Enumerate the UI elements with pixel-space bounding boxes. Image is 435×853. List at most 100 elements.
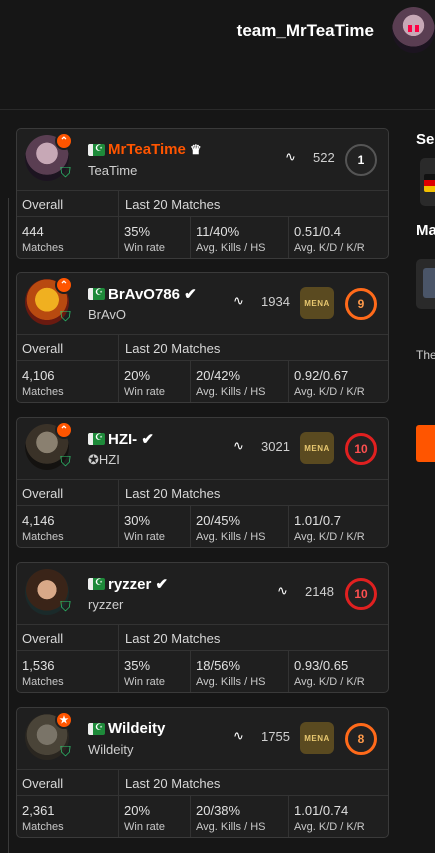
shield-icon: ⛉ [60, 308, 71, 324]
matches-value: 1,536 [22, 658, 55, 673]
level-badge: 10 [345, 578, 377, 610]
overall-label: Overall [22, 776, 64, 791]
map-thumbnail-icon [423, 268, 435, 298]
matches-value: 2,361 [22, 803, 55, 818]
mena-rank-badge: MENA [300, 287, 334, 319]
winrate-label: Win rate [124, 676, 165, 688]
elo-value: 3021 [261, 439, 290, 454]
player-name[interactable]: Wildeity [108, 720, 165, 737]
team-roster: ⌃ ⛉ ☪ MrTeaTime ♛ TeaTime ∿ 522 1 Overal… [0, 110, 435, 853]
kills-label: Avg. Kills / HS [196, 386, 266, 398]
level-badge: 9 [345, 288, 377, 320]
level-badge: 1 [345, 144, 377, 176]
pakistan-flag-icon: ☪ [88, 433, 105, 445]
shield-icon: ⛉ [60, 598, 71, 614]
right-panel-clipped: Se Ma The [416, 0, 435, 853]
kills-value: 20/38% [196, 803, 241, 818]
kd-value: 1.01/0.74 [294, 803, 349, 818]
winrate-value: 35% [124, 658, 151, 673]
last20-label: Last 20 Matches [125, 486, 221, 501]
elo-trend-icon: ∿ [233, 293, 244, 308]
right-panel-heading-2: Ma [416, 222, 435, 239]
pakistan-flag-icon: ☪ [88, 578, 105, 590]
matches-label: Matches [22, 386, 64, 398]
player-card[interactable]: ★ ⛉ ☪ Wildeity Wildeity ∿ 1755 MENA 8 Ov… [16, 707, 389, 838]
kd-label: Avg. K/D / K/R [294, 676, 365, 688]
winrate-label: Win rate [124, 531, 165, 543]
player-name[interactable]: HZI- ✔ [108, 430, 154, 448]
last20-label: Last 20 Matches [125, 197, 221, 212]
rank-chevron-icon: ⌃ [55, 132, 73, 150]
winrate-value: 35% [124, 224, 151, 239]
kills-label: Avg. Kills / HS [196, 242, 266, 254]
top-bar: team_MrTeaTime [0, 0, 435, 110]
player-nickname: ryzzer [88, 597, 124, 612]
kills-value: 20/45% [196, 513, 241, 528]
elo-value: 2148 [305, 584, 334, 599]
player-nickname: Wildeity [88, 742, 134, 757]
player-card[interactable]: ⌃ ⛉ ☪ MrTeaTime ♛ TeaTime ∿ 522 1 Overal… [16, 128, 389, 259]
elo-trend-icon: ∿ [233, 728, 244, 743]
action-button[interactable] [416, 425, 435, 462]
stats-header-row: Overall Last 20 Matches [17, 624, 388, 652]
elo-trend-icon: ∿ [285, 149, 296, 164]
kd-label: Avg. K/D / K/R [294, 531, 365, 543]
mena-rank-badge: MENA [300, 722, 334, 754]
kd-value: 0.51/0.4 [294, 224, 341, 239]
germany-flag-icon [424, 174, 435, 192]
player-name[interactable]: BrAvO786 ✔ [108, 285, 197, 303]
player-card[interactable]: ⛉ ☪ ryzzer ✔ ryzzer ∿ 2148 10 Overall La… [16, 562, 389, 693]
shield-icon: ⛉ [60, 164, 71, 180]
level-badge: 8 [345, 723, 377, 755]
elo-trend-icon: ∿ [233, 438, 244, 453]
kills-value: 11/40% [196, 224, 240, 239]
player-nickname: BrAvO [88, 307, 127, 322]
kd-label: Avg. K/D / K/R [294, 242, 365, 254]
winrate-value: 20% [124, 368, 151, 383]
rank-chevron-icon: ⌃ [55, 276, 73, 294]
elo-value: 1934 [261, 294, 290, 309]
winrate-label: Win rate [124, 821, 165, 833]
matches-label: Matches [22, 676, 64, 688]
player-card[interactable]: ⌃ ⛉ ☪ BrAvO786 ✔ BrAvO ∿ 1934 MENA 9 Ove… [16, 272, 389, 403]
kills-value: 18/56% [196, 658, 241, 673]
elo-value: 1755 [261, 729, 290, 744]
overall-label: Overall [22, 197, 64, 212]
player-card[interactable]: ⌃ ⛉ ☪ HZI- ✔ ✪HZI ∿ 3021 MENA 10 Overall… [16, 417, 389, 548]
overall-label: Overall [22, 486, 64, 501]
stats-header-row: Overall Last 20 Matches [17, 479, 388, 507]
stats-row: 4,146 Matches 30% Win rate 20/45% Avg. Kill… [17, 506, 388, 547]
stats-row: 2,361 Matches 20% Win rate 20/38% Avg. Kill… [17, 796, 388, 837]
pakistan-flag-icon: ☪ [88, 288, 105, 300]
roster-connector-line [8, 198, 9, 853]
elo-value: 522 [313, 150, 335, 165]
map-option[interactable] [416, 259, 435, 309]
player-nickname: ✪HZI [88, 452, 120, 467]
crown-icon: ♛ [189, 142, 202, 157]
verified-icon: ✔ [184, 286, 197, 303]
kd-value: 0.93/0.65 [294, 658, 349, 673]
rank-chevron-icon: ⌃ [55, 421, 73, 439]
player-name[interactable]: ryzzer ✔ [108, 575, 168, 593]
server-option[interactable] [420, 158, 435, 206]
kills-value: 20/42% [196, 368, 241, 383]
last20-label: Last 20 Matches [125, 776, 221, 791]
team-name[interactable]: team_MrTeaTime [237, 21, 374, 41]
pakistan-flag-icon: ☪ [88, 144, 105, 156]
stats-row: 1,536 Matches 35% Win rate 18/56% Avg. Kill… [17, 651, 388, 692]
winrate-value: 30% [124, 513, 151, 528]
stats-row: 444 Matches 35% Win rate 11/40% Avg. Kills … [17, 217, 388, 258]
matches-label: Matches [22, 242, 64, 254]
player-name[interactable]: MrTeaTime ♛ [108, 141, 202, 158]
matches-label: Matches [22, 821, 64, 833]
verified-icon: ✔ [155, 576, 169, 593]
overall-label: Overall [22, 341, 64, 356]
mena-rank-badge: MENA [300, 432, 334, 464]
kd-value: 1.01/0.7 [294, 513, 341, 528]
matches-value: 444 [22, 224, 44, 239]
level-badge: 10 [345, 433, 377, 465]
elo-trend-icon: ∿ [277, 583, 288, 598]
stats-header-row: Overall Last 20 Matches [17, 334, 388, 362]
kd-label: Avg. K/D / K/R [294, 821, 365, 833]
player-nickname: TeaTime [88, 163, 138, 178]
